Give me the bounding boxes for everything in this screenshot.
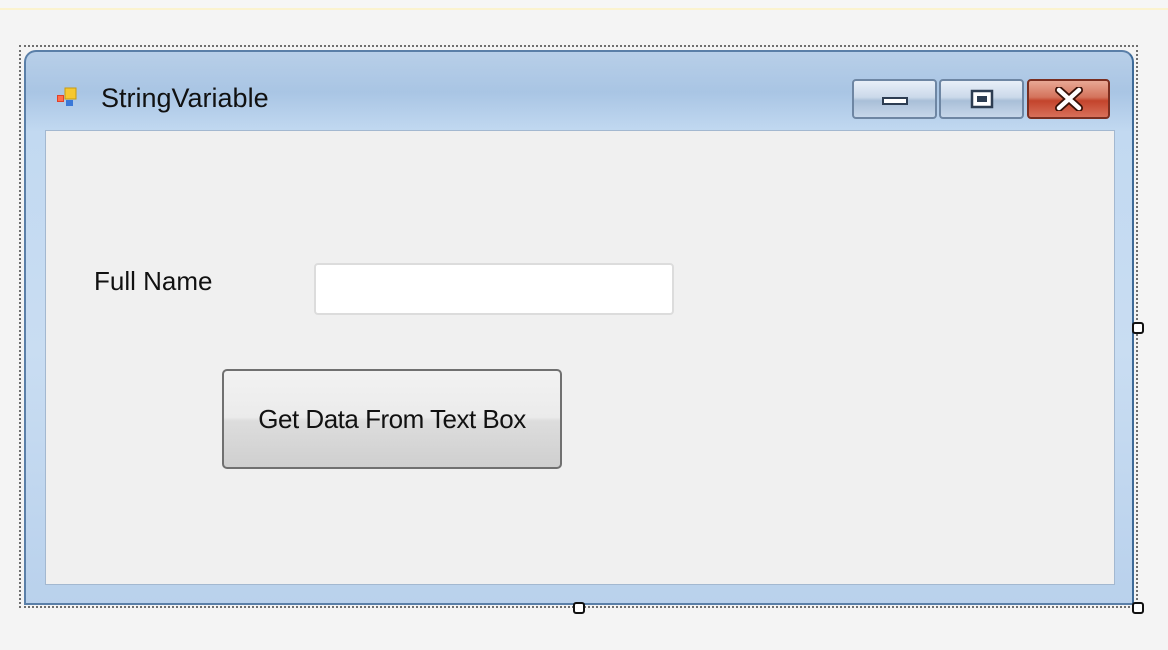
get-data-button[interactable]: Get Data From Text Box	[222, 369, 562, 469]
windows-form-icon	[57, 87, 77, 106]
full-name-input[interactable]	[314, 263, 674, 315]
window-title: StringVariable	[101, 83, 269, 113]
minimize-icon	[881, 97, 908, 105]
minimize-button[interactable]	[852, 79, 937, 119]
title-bar[interactable]: StringVariable	[26, 52, 1132, 130]
form-window: StringVariable Full Name Get Data From T…	[24, 50, 1134, 605]
resize-handle-bottom[interactable]	[573, 602, 585, 614]
resize-handle-right[interactable]	[1132, 322, 1144, 334]
maximize-button[interactable]	[939, 79, 1024, 119]
maximize-icon	[970, 89, 993, 109]
form-client-area: Full Name Get Data From Text Box	[45, 130, 1115, 585]
designer-top-strip	[0, 0, 1168, 10]
close-button[interactable]	[1027, 79, 1110, 119]
close-icon	[1054, 87, 1083, 111]
full-name-label: Full Name	[94, 266, 213, 296]
resize-handle-bottom-right[interactable]	[1132, 602, 1144, 614]
